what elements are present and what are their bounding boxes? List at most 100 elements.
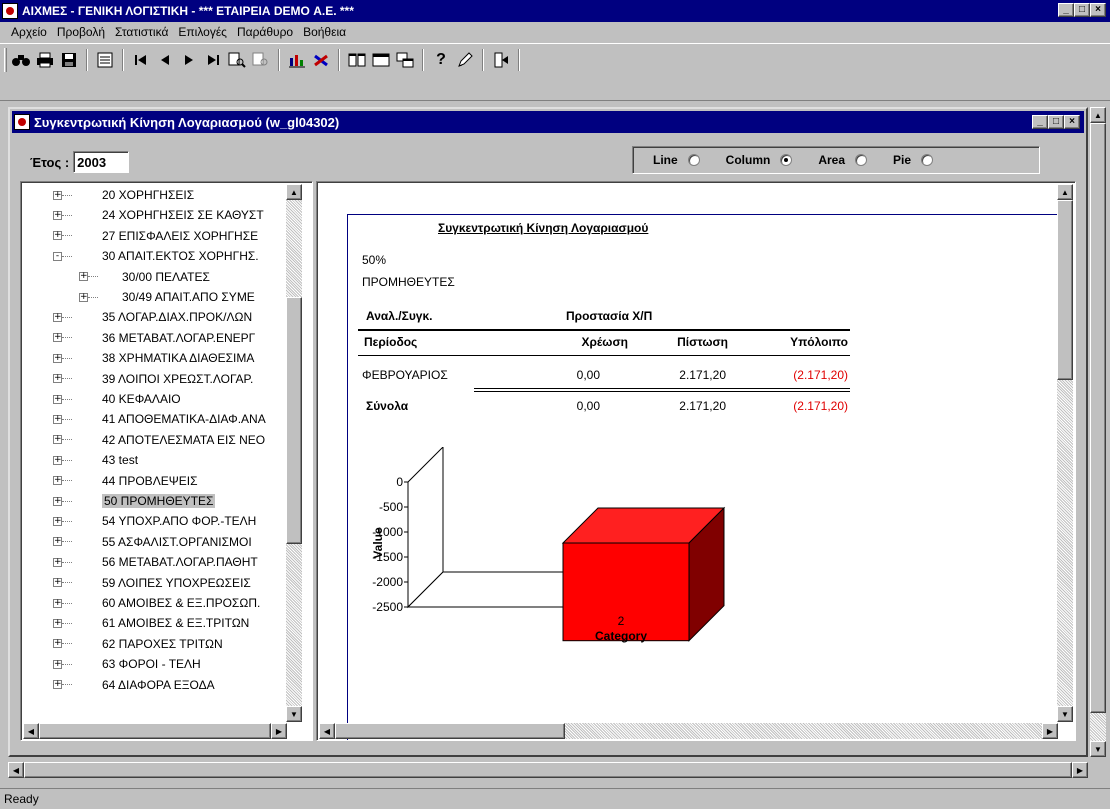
tree-item[interactable]: +59 ΛΟΙΠΕΣ ΥΠΟΧΡΕΩΣΕΙΣ <box>53 574 251 592</box>
menu-window[interactable]: Παράθυρο <box>232 23 298 41</box>
expand-icon[interactable]: + <box>79 272 88 282</box>
tree-item[interactable]: +41 ΑΠΟΘΕΜΑΤΙΚΑ-ΔΙΑΦ.ΑΝΑ <box>53 410 266 428</box>
menu-statistics[interactable]: Στατιστικά <box>110 23 173 41</box>
expand-icon[interactable]: + <box>53 659 62 669</box>
expand-icon[interactable]: + <box>79 292 88 302</box>
child-maximize-button[interactable]: □ <box>1048 115 1064 129</box>
expand-icon[interactable]: + <box>53 312 62 322</box>
help-icon[interactable]: ? <box>429 48 453 72</box>
report-scroll-right-button[interactable]: ▶ <box>1042 723 1058 739</box>
menu-help[interactable]: Βοήθεια <box>298 23 351 41</box>
chart-type-pie[interactable]: Pie <box>893 153 934 167</box>
main-scroll-right-button[interactable]: ▶ <box>1072 762 1088 778</box>
main-scroll-up-button[interactable]: ▲ <box>1090 107 1106 123</box>
chart-type-line[interactable]: Line <box>653 153 700 167</box>
printer-icon[interactable] <box>33 48 57 72</box>
year-input[interactable]: 2003 <box>73 151 130 173</box>
chart-type-area-radio[interactable] <box>855 154 868 166</box>
expand-icon[interactable]: + <box>53 435 62 445</box>
tree-vertical-scrollbar[interactable]: ▲ ▼ <box>286 184 302 722</box>
tree-item[interactable]: +20 ΧΟΡΗΓΗΣΕΙΣ <box>53 186 194 204</box>
tree-item[interactable]: +38 ΧΡΗΜΑΤΙΚΑ ΔΙΑΘΕΣΙΜΑ <box>53 349 254 367</box>
pen-icon[interactable] <box>453 48 477 72</box>
tree-item[interactable]: +30/49 ΑΠΑΙΤ.ΑΠΟ ΣΥΜΕ <box>79 288 255 306</box>
child-minimize-button[interactable]: _ <box>1032 115 1048 129</box>
tree-item[interactable]: +36 ΜΕΤΑΒΑΤ.ΛΟΓΑΡ.ΕΝΕΡΓ <box>53 329 255 347</box>
menu-options[interactable]: Επιλογές <box>173 23 232 41</box>
menu-view[interactable]: Προβολή <box>52 23 110 41</box>
toolbar-grip[interactable] <box>4 48 7 72</box>
expand-icon[interactable]: + <box>53 333 62 343</box>
tree-item[interactable]: +63 ΦΟΡΟΙ - ΤΕΛΗ <box>53 655 201 673</box>
expand-icon[interactable]: + <box>53 578 62 588</box>
main-vertical-scrollbar[interactable]: ▲ ▼ <box>1090 107 1106 757</box>
main-hscroll-thumb[interactable] <box>24 762 1072 778</box>
binoculars-icon[interactable] <box>9 48 33 72</box>
minimize-button[interactable]: _ <box>1058 3 1074 17</box>
expand-icon[interactable]: + <box>53 374 62 384</box>
tree-item[interactable]: +39 ΛΟΙΠΟΙ ΧΡΕΩΣΤ.ΛΟΓΑΡ. <box>53 370 253 388</box>
expand-icon[interactable]: + <box>53 476 62 486</box>
main-scroll-left-button[interactable]: ◀ <box>8 762 24 778</box>
expand-icon[interactable]: + <box>53 394 62 404</box>
filter-icon[interactable] <box>249 48 273 72</box>
expand-icon[interactable]: + <box>53 557 62 567</box>
child-close-button[interactable]: × <box>1064 115 1080 129</box>
last-record-icon[interactable] <box>201 48 225 72</box>
exit-icon[interactable] <box>489 48 513 72</box>
expand-icon[interactable]: + <box>53 210 62 220</box>
tree-item[interactable]: +42 ΑΠΟΤΕΛΕΣΜΑΤΑ ΕΙΣ ΝΕΟ <box>53 431 265 449</box>
chart-type-column[interactable]: Column <box>726 153 793 167</box>
report-scroll-left-button[interactable]: ◀ <box>319 723 335 739</box>
tree-item[interactable]: +60 ΑΜΟΙΒΕΣ & ΕΞ.ΠΡΟΣΩΠ. <box>53 594 260 612</box>
main-scroll-down-button[interactable]: ▼ <box>1090 741 1106 757</box>
collapse-icon[interactable]: - <box>53 251 62 261</box>
tree-item[interactable]: +64 ΔΙΑΦΟΡΑ ΕΞΟΔΑ <box>53 676 215 694</box>
tree-item[interactable]: +54 ΥΠΟΧΡ.ΑΠΟ ΦΟΡ.-ΤΕΛΗ <box>53 512 256 530</box>
expand-icon[interactable]: + <box>53 516 62 526</box>
tree-scroll-left-button[interactable]: ◀ <box>23 723 39 739</box>
tree-item[interactable]: +40 ΚΕΦΑΛΑΙΟ <box>53 390 181 408</box>
expand-icon[interactable]: + <box>53 680 62 690</box>
maximize-button[interactable]: □ <box>1074 3 1090 17</box>
expand-icon[interactable]: + <box>53 537 62 547</box>
tree-scroll-up-button[interactable]: ▲ <box>286 184 302 200</box>
expand-icon[interactable]: + <box>53 618 62 628</box>
report-horizontal-scrollbar[interactable]: ◀ ▶ <box>319 723 1058 739</box>
main-horizontal-scrollbar[interactable]: ◀ ▶ <box>8 762 1088 778</box>
window-icon[interactable] <box>369 48 393 72</box>
tree-item[interactable]: +50 ΠΡΟΜΗΘΕΥΤΕΣ <box>53 492 216 510</box>
tree-horizontal-scrollbar[interactable]: ◀ ▶ <box>23 723 287 739</box>
chart-type-column-radio[interactable] <box>780 154 793 166</box>
tree-hscroll-thumb[interactable] <box>39 723 271 739</box>
tree-scroll-thumb[interactable] <box>286 297 302 544</box>
expand-icon[interactable]: + <box>53 598 62 608</box>
tree-scroll-down-button[interactable]: ▼ <box>286 706 302 722</box>
save-icon[interactable] <box>57 48 81 72</box>
tree-item[interactable]: +35 ΛΟΓΑΡ.ΔΙΑΧ.ΠΡΟΚ/ΛΩΝ <box>53 308 252 326</box>
expand-icon[interactable]: + <box>53 231 62 241</box>
child-window-icon[interactable] <box>14 114 30 130</box>
tree-item[interactable]: +62 ΠΑΡΟΧΕΣ ΤΡΙΤΩΝ <box>53 635 223 653</box>
tree-item[interactable]: +55 ΑΣΦΑΛΙΣΤ.ΟΡΓΑΝΙΣΜΟΙ <box>53 533 252 551</box>
app-icon[interactable] <box>2 3 18 19</box>
first-record-icon[interactable] <box>129 48 153 72</box>
expand-icon[interactable]: + <box>53 190 62 200</box>
tree-item[interactable]: +24 ΧΟΡΗΓΗΣΕΙΣ ΣΕ ΚΑΘΥΣΤ <box>53 206 264 224</box>
tree-item[interactable]: +56 ΜΕΤΑΒΑΤ.ΛΟΓΑΡ.ΠΑΘΗΤ <box>53 553 258 571</box>
menu-file[interactable]: Αρχείο <box>6 23 52 41</box>
tree-item[interactable]: - 30 ΑΠΑΙΤ.ΕΚΤΟΣ ΧΟΡΗΓΗΣ. <box>53 247 259 265</box>
main-scroll-thumb[interactable] <box>1090 123 1106 713</box>
previous-record-icon[interactable] <box>153 48 177 72</box>
report-vertical-scrollbar[interactable]: ▲ ▼ <box>1057 184 1073 722</box>
tree-item[interactable]: +43 test <box>53 451 138 469</box>
report-scroll-down-button[interactable]: ▼ <box>1057 706 1073 722</box>
tree-item[interactable]: +27 ΕΠΙΣΦΑΛΕΙΣ ΧΟΡΗΓΗΣΕ <box>53 227 258 245</box>
expand-icon[interactable]: + <box>53 496 62 506</box>
tree-item[interactable]: +44 ΠΡΟΒΛΕΨΕΙΣ <box>53 472 198 490</box>
expand-icon[interactable]: + <box>53 414 62 424</box>
report-hscroll-thumb[interactable] <box>335 723 565 739</box>
chart-type-pie-radio[interactable] <box>921 154 934 166</box>
report-scroll-thumb[interactable] <box>1057 200 1073 380</box>
chart-type-area[interactable]: Area <box>818 153 868 167</box>
